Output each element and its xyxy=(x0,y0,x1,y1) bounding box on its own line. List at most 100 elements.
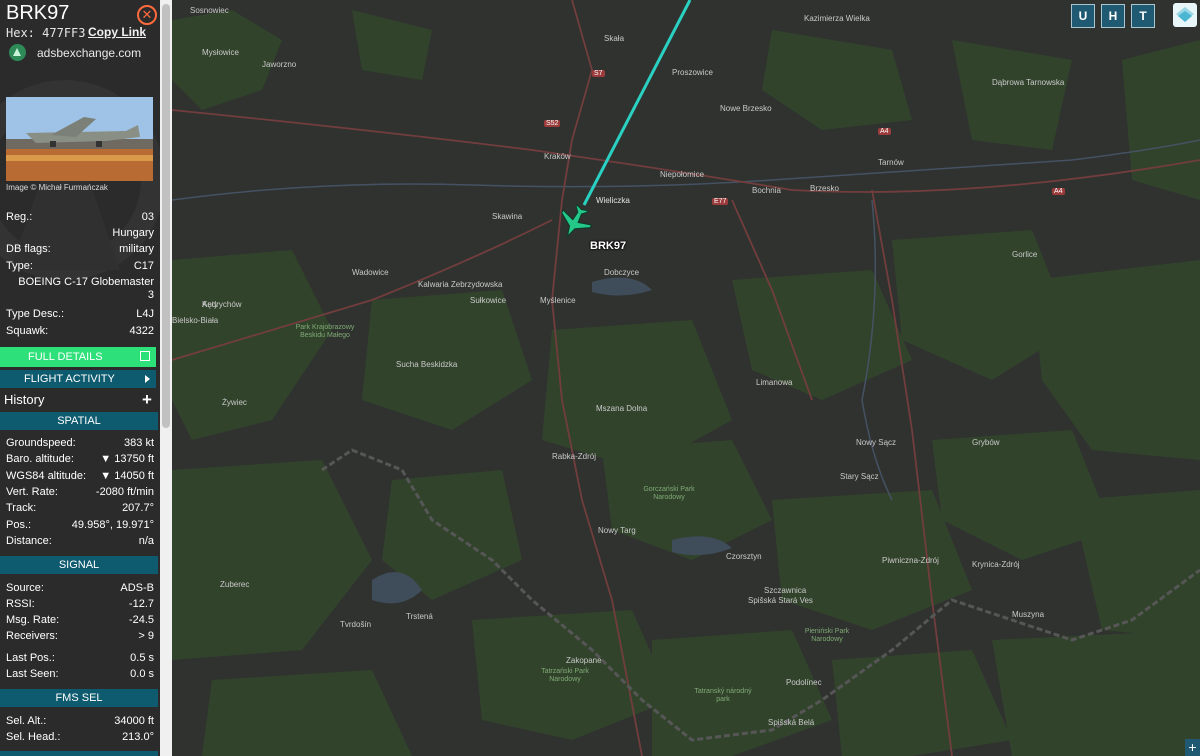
road-shield: A4 xyxy=(878,128,891,135)
layers-icon xyxy=(1176,7,1194,22)
place-label: Grybów xyxy=(972,438,1000,447)
place-label: Gorlice xyxy=(1012,250,1038,259)
map-dim-overlay xyxy=(172,0,1200,756)
park-label: Tatranský národný park xyxy=(694,688,752,703)
map-canvas[interactable] xyxy=(172,0,1200,756)
map-control-u[interactable]: U xyxy=(1071,4,1095,28)
detail-row-type-name-cont: 3 xyxy=(6,289,154,305)
detail-value: BOEING C-17 Globemaster xyxy=(18,276,154,288)
park-label: Gorczański Park Narodowy xyxy=(643,486,695,501)
fms-row-sel-alt: Sel. Alt.: 34000 ft xyxy=(6,715,154,731)
source-site-link[interactable]: adsbexchange.com xyxy=(37,46,141,60)
place-label: Muszyna xyxy=(1012,610,1045,619)
detail-value: military xyxy=(119,243,154,255)
detail-value: C17 xyxy=(133,260,154,272)
flight-activity-button[interactable]: FLIGHT ACTIVITY xyxy=(0,370,156,388)
place-label: Dobczyce xyxy=(604,268,640,277)
signal-row-receivers: Receivers: > 9 xyxy=(6,630,154,646)
signal-row-msg-rate: Msg. Rate: -24.5 xyxy=(6,614,154,630)
adsbexchange-logo-icon[interactable] xyxy=(9,44,26,61)
place-label: Bielsko-Biała xyxy=(172,316,219,325)
signal-value: 0.5 s xyxy=(130,652,154,664)
map-control-t[interactable]: T xyxy=(1131,4,1155,28)
signal-value: -12.7 xyxy=(128,598,154,610)
next-section-header xyxy=(0,751,158,756)
scrollbar-thumb[interactable] xyxy=(162,4,170,428)
place-label: Spišská Stará Ves xyxy=(748,596,813,605)
fms-value: 34000 ft xyxy=(114,715,154,727)
place-label: Tarnów xyxy=(878,158,904,167)
signal-key: Msg. Rate: xyxy=(6,614,60,626)
aircraft-photo[interactable] xyxy=(6,97,153,181)
spatial-row-wgs84-altitude: WGS84 altitude: ▼ 14050 ft xyxy=(6,470,154,486)
fms-value: 213.0° xyxy=(122,731,154,743)
signal-row-last-pos: Last Pos.: 0.5 s xyxy=(6,652,154,668)
signal-row-rssi: RSSI: -12.7 xyxy=(6,598,154,614)
road-shield: E77 xyxy=(712,198,729,205)
signal-section-header: SIGNAL xyxy=(0,556,158,574)
signal-key: Receivers: xyxy=(6,630,58,642)
spatial-row-position: Pos.: 49.958°, 19.971° xyxy=(6,519,154,535)
detail-key: Squawk: xyxy=(6,325,49,337)
place-label: Spišská Belá xyxy=(768,718,815,727)
full-details-button[interactable]: FULL DETAILS xyxy=(0,347,156,367)
place-label: Mszana Dolna xyxy=(596,404,648,413)
place-label: Skała xyxy=(604,34,625,43)
place-label: Zakopane xyxy=(566,656,602,665)
map-control-h[interactable]: H xyxy=(1101,4,1125,28)
park-label: Tatrzański Park Narodowy xyxy=(541,668,589,683)
place-label: Kraków xyxy=(544,152,571,161)
spatial-row-track: Track: 207.7° xyxy=(6,502,154,518)
spatial-section-header: SPATIAL xyxy=(0,412,158,430)
history-toggle[interactable]: History xyxy=(4,392,44,407)
photo-credit: Image © Michał Furmańczak xyxy=(6,183,108,192)
place-label: Sułkowice xyxy=(470,296,507,305)
hex-code: Hex: 477FF3 xyxy=(6,26,86,40)
spatial-key: Vert. Rate: xyxy=(6,486,58,498)
spatial-value: -2080 ft/min xyxy=(95,486,154,498)
detail-value: 03 xyxy=(141,211,154,223)
place-label: Myślenice xyxy=(540,296,576,305)
external-link-icon xyxy=(140,351,150,361)
aircraft-label[interactable]: BRK97 xyxy=(590,240,626,252)
place-label: Żywiec xyxy=(222,398,247,407)
place-label: Piwniczna-Zdrój xyxy=(882,556,939,565)
plus-icon[interactable]: + xyxy=(142,390,152,410)
close-icon[interactable]: ✕ xyxy=(137,5,157,25)
hex-label: Hex: xyxy=(6,26,35,40)
place-label: Brzesko xyxy=(810,184,839,193)
signal-value: > 9 xyxy=(138,630,154,642)
aircraft-info-panel: BRK97 ✕ Hex: 477FF3 Copy Link adsbexchan… xyxy=(0,0,160,756)
place-label: Czorsztyn xyxy=(726,552,762,561)
flight-activity-label: FLIGHT ACTIVITY xyxy=(24,373,115,385)
fms-key: Sel. Head.: xyxy=(6,731,61,743)
spatial-value: 49.958°, 19.971° xyxy=(71,519,154,531)
aircraft-photo-image xyxy=(6,97,153,181)
map-view[interactable]: Sosnowiec Mysłowice Jaworzno Kraków Wieliczk… xyxy=(172,0,1200,756)
zoom-in-button[interactable]: + xyxy=(1185,739,1200,756)
spatial-row-baro-altitude: Baro. altitude: ▼ 13750 ft xyxy=(6,453,154,469)
place-label: Dąbrowa Tarnowska xyxy=(992,78,1065,87)
detail-row-registration: Reg.: 03 xyxy=(6,211,154,227)
detail-row-db-flags: DB flags: military xyxy=(6,243,154,259)
signal-row-last-seen: Last Seen: 0.0 s xyxy=(6,668,154,684)
place-label: Rabka-Zdrój xyxy=(552,452,597,461)
detail-value: L4J xyxy=(136,308,154,320)
layers-button[interactable] xyxy=(1173,3,1197,27)
place-label: Proszowice xyxy=(672,68,713,77)
signal-key: Source: xyxy=(6,582,44,594)
sidebar-scrollbar[interactable] xyxy=(160,0,172,756)
place-label: Tvrdošín xyxy=(340,620,372,629)
copy-link-button[interactable]: Copy Link xyxy=(88,25,146,39)
place-label: Wieliczka xyxy=(596,196,630,205)
signal-key: Last Seen: xyxy=(6,668,59,680)
place-label: Bochnia xyxy=(752,186,781,195)
spatial-key: Track: xyxy=(6,502,37,514)
place-label: Podolínec xyxy=(786,678,822,687)
detail-key: Type: xyxy=(6,260,33,272)
spatial-value: ▼ 13750 ft xyxy=(100,453,154,465)
spatial-row-groundspeed: Groundspeed: 383 kt xyxy=(6,437,154,453)
detail-key: DB flags: xyxy=(6,243,51,255)
place-label: Wadowice xyxy=(352,268,389,277)
hex-value: 477FF3 xyxy=(42,26,86,40)
